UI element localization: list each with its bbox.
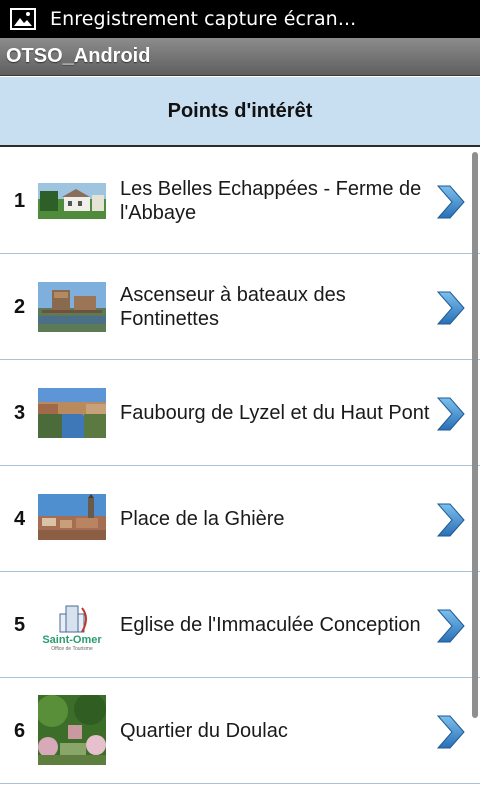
- notification-text: Enregistrement capture écran...: [50, 8, 357, 30]
- chevron-right-icon[interactable]: [434, 182, 466, 222]
- canal-photo: [38, 388, 106, 438]
- chevron-right-icon[interactable]: [434, 712, 466, 752]
- boat-lift-photo: [38, 282, 106, 332]
- poi-label: Ascenseur à bateaux des Fontinettes: [120, 284, 346, 330]
- poi-label: Faubourg de Lyzel et du Haut Pont: [120, 402, 430, 424]
- poi-row[interactable]: 3 Faubourg de Lyzel et du Haut Pont: [0, 360, 480, 466]
- garden-photo: [38, 695, 106, 765]
- poi-label: Quartier du Doulac: [120, 720, 288, 742]
- saint-omer-logo: Saint-Omer Office de Tourisme: [38, 592, 106, 656]
- app-title-bar: OTSO_Android: [0, 38, 480, 76]
- poi-label: Place de la Ghière: [120, 508, 285, 530]
- poi-row[interactable]: 5 Saint-Omer Office de Tourisme Eglise d…: [0, 572, 480, 678]
- poi-label: Les Belles Echappées - Ferme de l'Abbaye: [120, 178, 422, 224]
- chevron-right-icon[interactable]: [434, 606, 466, 646]
- poi-row[interactable]: 2 Ascenseur à bateaux des Fontinettes: [0, 254, 480, 360]
- status-bar: Enregistrement capture écran...: [0, 0, 480, 38]
- poi-number: 5: [14, 614, 26, 636]
- poi-row[interactable]: 6 Quartier du Doulac: [0, 678, 480, 784]
- poi-number: 4: [14, 508, 26, 530]
- app-title: OTSO_Android: [6, 45, 151, 67]
- chevron-right-icon[interactable]: [434, 394, 466, 434]
- chevron-right-icon[interactable]: [434, 500, 466, 540]
- town-square-photo: [38, 494, 106, 540]
- poi-row[interactable]: 1 Les Belles Echappées - Ferme de l'Abba…: [0, 148, 480, 254]
- poi-label: Eglise de l'Immaculée Conception: [120, 614, 421, 636]
- poi-number: 1: [14, 190, 26, 212]
- poi-number: 2: [14, 296, 26, 318]
- scrollbar[interactable]: [472, 152, 478, 718]
- poi-number: 3: [14, 402, 26, 424]
- poi-number: 6: [14, 720, 26, 742]
- poi-row[interactable]: 4 Place de la Ghière: [0, 466, 480, 572]
- image-notification-icon: [10, 8, 36, 30]
- poi-list[interactable]: 1 Les Belles Echappées - Ferme de l'Abba…: [0, 148, 480, 800]
- cathedral-logo-icon: [59, 605, 87, 633]
- page-title: Points d'intérêt: [167, 99, 313, 122]
- logo-subtitle: Office de Tourisme: [51, 646, 93, 652]
- chevron-right-icon[interactable]: [434, 288, 466, 328]
- page-header: Points d'intérêt: [0, 77, 480, 147]
- logo-title: Saint-Omer: [42, 634, 102, 646]
- farm-photo: [38, 183, 106, 219]
